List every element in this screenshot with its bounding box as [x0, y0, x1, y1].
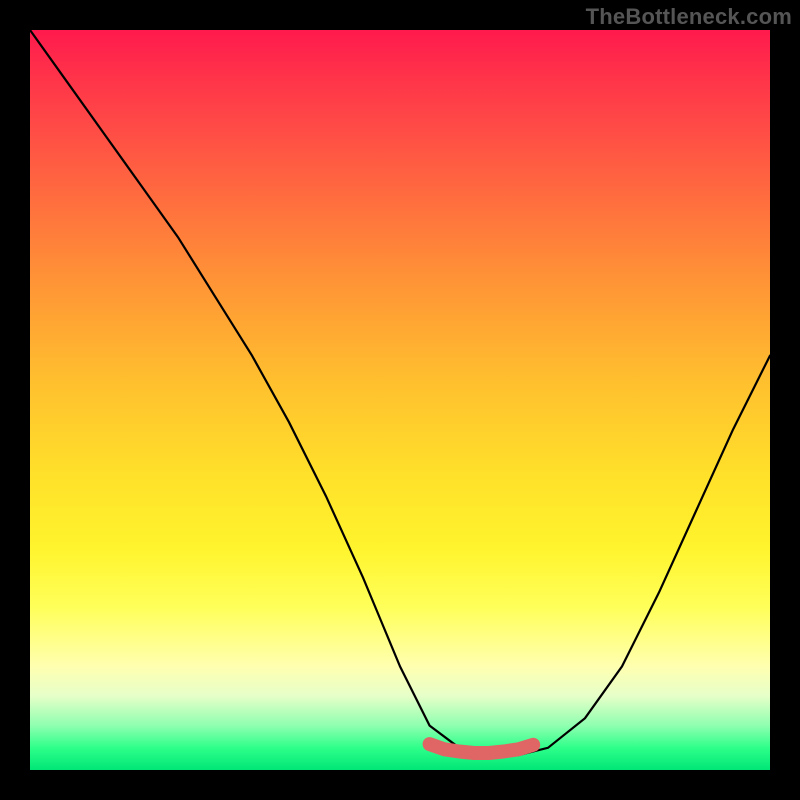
chart-frame: TheBottleneck.com — [0, 0, 800, 800]
plot-area — [30, 30, 770, 770]
bottleneck-curve — [30, 30, 770, 755]
watermark-text: TheBottleneck.com — [586, 4, 792, 30]
highlight-band — [430, 744, 534, 753]
chart-svg — [30, 30, 770, 770]
